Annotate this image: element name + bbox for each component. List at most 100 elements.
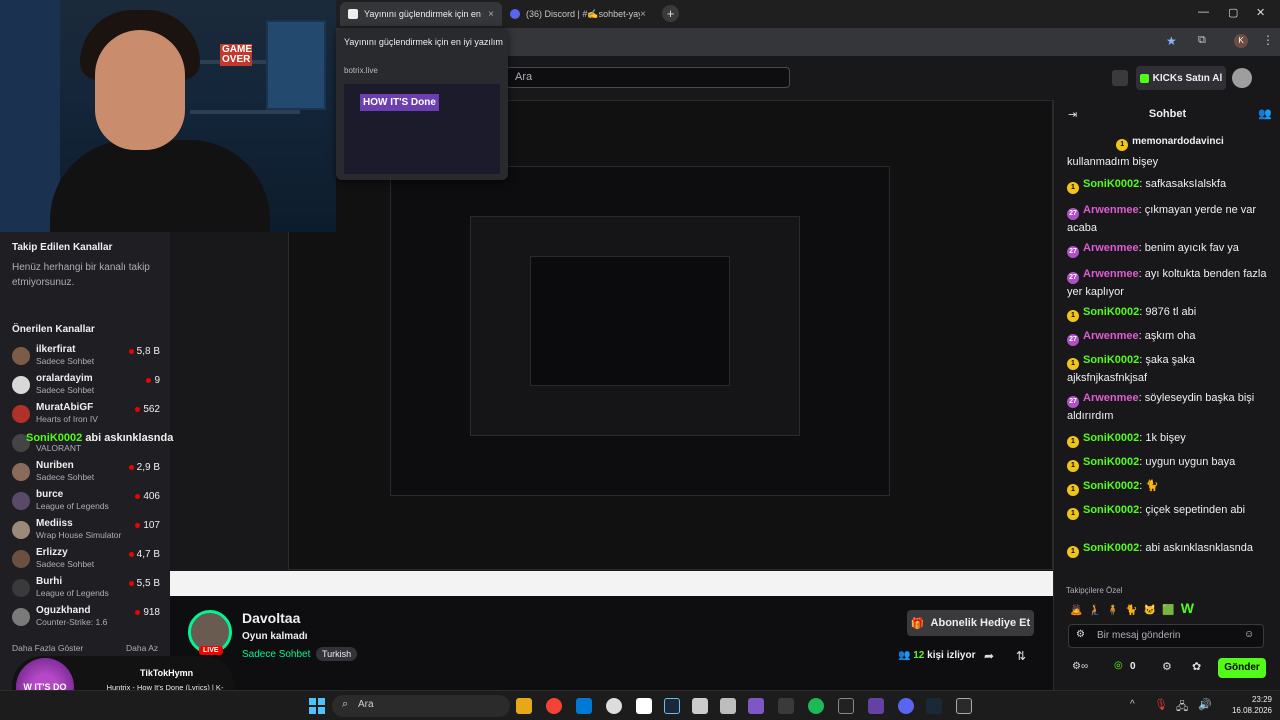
chat-username[interactable]: SoniK0002 <box>1083 480 1139 492</box>
close-icon[interactable]: × <box>488 9 494 20</box>
language-tag[interactable]: Turkish <box>316 647 358 661</box>
chrome-icon[interactable] <box>546 698 562 714</box>
search-input[interactable]: Ara <box>506 67 790 88</box>
extensions-icon[interactable]: ⧉ <box>1198 34 1206 47</box>
sidebar-channel-mediiss[interactable]: Mediiss Wrap House Simulator 107 <box>12 518 160 544</box>
app-icon[interactable] <box>636 698 652 714</box>
avatar <box>12 376 30 394</box>
new-tab-button[interactable]: + <box>662 5 679 22</box>
chat-username[interactable]: Arwenmee <box>1083 204 1139 216</box>
sidebar-channel-muratabigf[interactable]: MuratAbiGF Hearts of Iron IV 562 <box>12 402 160 428</box>
close-icon[interactable]: × <box>640 9 646 20</box>
emote-menu-icon[interactable]: ✿ <box>1192 660 1201 673</box>
hover-card-domain: botrix.live <box>344 66 378 75</box>
chevron-up-icon[interactable]: ^ <box>1130 699 1135 710</box>
spotify-icon[interactable] <box>808 698 824 714</box>
share-icon[interactable]: ➦ <box>984 649 994 663</box>
sidebar-channel-burhi[interactable]: Burhi League of Legends 5,5 B <box>12 576 160 602</box>
sub-badge: 27 <box>1067 272 1079 284</box>
viewer-count: 5,5 B <box>129 578 160 589</box>
calculator-icon[interactable] <box>692 698 708 714</box>
chat-input[interactable]: Bir mesaj gönderin <box>1068 624 1264 648</box>
chat-settings-icon[interactable]: ⚙ <box>1076 629 1085 640</box>
tab-label: (36) Discord | #✍️sohbet-yayin <box>526 8 641 19</box>
chat-username[interactable]: SoniK0002 <box>1083 354 1139 366</box>
sidebar-channel-nuriben[interactable]: Nuriben Sadece Sohbet 2,9 B <box>12 460 160 486</box>
chat-username[interactable]: SoniK0002 <box>1083 504 1139 516</box>
stream-category[interactable]: Sadece Sohbet <box>242 649 310 660</box>
sub-badge: 1 <box>1067 436 1079 448</box>
channel-name: Erlizzy <box>36 547 68 558</box>
send-button[interactable]: Gönder <box>1218 658 1266 678</box>
chat-text: benim ayıcık fav ya <box>1144 242 1239 254</box>
taskbar-clock[interactable]: 23:29 16.08.2026 <box>1232 694 1272 716</box>
viewer-label: kişi izliyor <box>927 650 976 661</box>
viewer-count: 406 <box>135 491 160 502</box>
chat-username[interactable]: SoniK0002 <box>1083 178 1139 190</box>
discord-icon[interactable] <box>898 698 914 714</box>
viewer-count: 918 <box>135 607 160 618</box>
tab-discord[interactable]: (36) Discord | #✍️sohbet-yayin × <box>502 2 654 26</box>
sidebar-channel-erlizzy[interactable]: Erlizzy Sadece Sohbet 4,7 B <box>12 547 160 573</box>
sidebar-channel-ilkerfirat[interactable]: ilkerfirat Sadece Sohbet 5,8 B <box>12 344 160 370</box>
obs-icon[interactable] <box>606 698 622 714</box>
chat-message: kullanmadım bişey <box>1067 154 1271 170</box>
app-icon[interactable] <box>868 698 884 714</box>
maximize-icon[interactable]: ▢ <box>1228 6 1238 19</box>
chat-username[interactable]: SoniK0002 <box>1083 542 1139 554</box>
chat-message: 1 SoniK0002: safkasaksIalskfa <box>1067 176 1271 194</box>
channel-game: Sadece Sohbet <box>36 472 95 482</box>
chat-title: Sohbet <box>1148 108 1187 120</box>
show-less-link[interactable]: Daha Az <box>126 643 158 653</box>
chat-text: uygun uygun baya <box>1145 456 1236 468</box>
volume-icon[interactable]: 🔊 <box>1198 698 1212 711</box>
chat-username[interactable]: Arwenmee <box>1083 330 1139 342</box>
tab-botrix[interactable]: Yayınını güçlendirmek için en iy × <box>340 2 502 26</box>
sidebar-channel-oguzkhand[interactable]: Oguzkhand Counter-Strike: 1.6 918 <box>12 605 160 631</box>
more-options-icon[interactable]: ⇅ <box>1016 649 1026 663</box>
chat-username[interactable]: Arwenmee <box>1083 392 1139 404</box>
chat-username[interactable]: SoniK0002 <box>1083 306 1139 318</box>
epic-games-icon[interactable] <box>956 698 972 714</box>
taskbar-search[interactable]: Ara <box>332 695 510 717</box>
file-explorer-icon[interactable] <box>516 698 532 714</box>
chat-username[interactable]: SoniK0002 <box>1083 456 1139 468</box>
channel-game: Sadece Sohbet <box>36 385 95 395</box>
menu-icon[interactable]: ⋮ <box>1262 33 1274 47</box>
gift-sub-button[interactable]: 🎁 Abonelik Hediye Et <box>907 610 1034 636</box>
user-avatar[interactable] <box>1232 68 1252 88</box>
bookmark-star-icon[interactable]: ★ <box>1166 34 1177 48</box>
profile-avatar[interactable]: K <box>1234 34 1248 48</box>
app-icon[interactable] <box>748 698 764 714</box>
close-window-icon[interactable]: ✕ <box>1256 6 1265 19</box>
steam-icon[interactable] <box>926 698 942 714</box>
sidebar-channel-oralardayim[interactable]: oralardayim Sadece Sohbet 9 <box>12 373 160 399</box>
sidebar-channel-burce[interactable]: burce League of Legends 406 <box>12 489 160 515</box>
emote-bar[interactable]: 🙇🧎🧍🐈🐱🟩W <box>1070 600 1194 616</box>
emoji-icon[interactable]: ☺ <box>1244 629 1254 640</box>
app-icon[interactable] <box>720 698 736 714</box>
chat-username[interactable]: Arwenmee <box>1083 242 1139 254</box>
terminal-icon[interactable] <box>838 698 854 714</box>
chat-text: 🐈 <box>1145 480 1160 492</box>
app-icon[interactable] <box>778 698 794 714</box>
windows-start-icon[interactable] <box>309 698 325 714</box>
viewer-count: 562 <box>135 404 160 415</box>
chat-users-icon[interactable]: 👥 <box>1258 107 1272 120</box>
buy-kicks-button[interactable]: KICKs Satın Al <box>1136 66 1226 90</box>
outlook-icon[interactable] <box>576 698 592 714</box>
streamer-name[interactable]: Davoltaa <box>242 610 300 626</box>
sub-badge: 1 <box>1067 358 1079 370</box>
nested-screen <box>530 256 730 386</box>
network-icon[interactable]: 🖧 <box>1176 698 1188 717</box>
settings-gear-icon[interactable]: ⚙ <box>1162 660 1172 673</box>
steam-icon[interactable] <box>664 698 680 714</box>
show-more-link[interactable]: Daha Fazla Göster <box>12 643 83 653</box>
avatar <box>12 579 30 597</box>
dashboard-icon[interactable] <box>1112 70 1128 86</box>
chat-username[interactable]: SoniK0002 <box>1083 432 1139 444</box>
share-chat-icon[interactable]: ⚙∞ <box>1072 661 1088 672</box>
chat-username[interactable]: Arwenmee <box>1083 268 1139 280</box>
microphone-icon[interactable]: 🎙 <box>1154 698 1168 711</box>
minimize-icon[interactable]: — <box>1198 6 1209 18</box>
